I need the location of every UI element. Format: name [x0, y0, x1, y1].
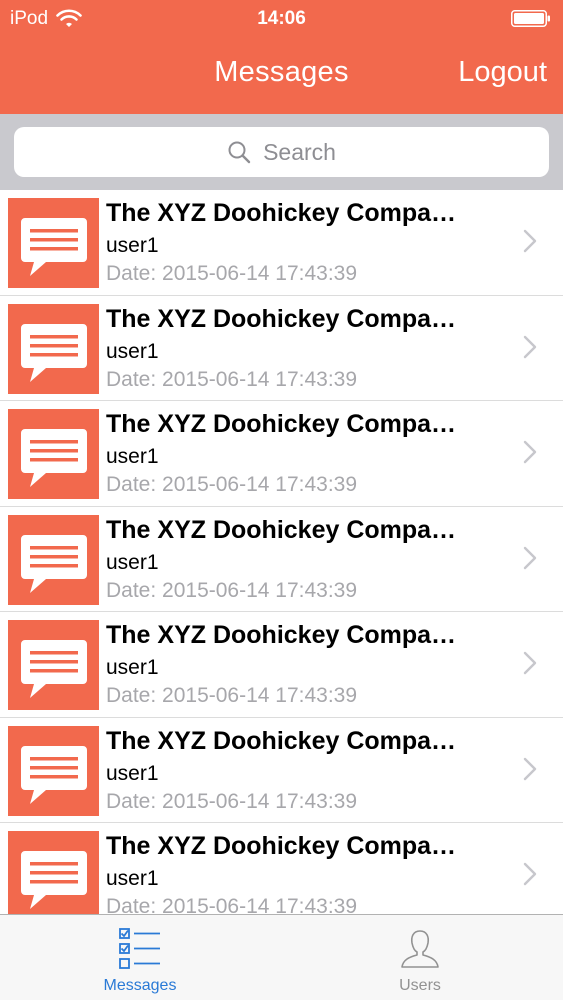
tab-messages-label: Messages	[103, 977, 177, 994]
message-user: user1	[106, 656, 159, 679]
tab-users-label: Users	[399, 977, 441, 994]
message-user: user1	[106, 234, 159, 257]
message-title: The XYZ Doohickey Compa…	[106, 621, 457, 649]
message-title: The XYZ Doohickey Compa…	[106, 304, 457, 333]
message-user: user1	[106, 339, 159, 363]
message-thumbnail	[8, 198, 99, 288]
chevron-right-icon	[523, 546, 537, 569]
speech-bubble-icon	[8, 303, 99, 394]
speech-bubble-icon	[8, 620, 99, 710]
message-date: Date: 2015-06-14 17:43:39	[106, 789, 358, 813]
status-time: 14:06	[257, 8, 306, 29]
search-placeholder: Search	[263, 138, 336, 165]
chevron-right-icon	[523, 229, 537, 253]
message-date: Date: 2015-06-14 17:43:39	[106, 473, 358, 496]
chevron-right-icon	[523, 862, 537, 886]
message-user: user1	[106, 761, 159, 785]
message-user: user1	[106, 550, 159, 574]
speech-bubble-icon	[8, 198, 99, 288]
tab-messages[interactable]: Messages	[70, 915, 210, 1000]
search-icon	[228, 141, 251, 164]
chevron-right-icon	[523, 651, 537, 675]
message-row[interactable]: The XYZ Doohickey Compa… user1 Date: 201…	[0, 612, 563, 718]
logout-button[interactable]: Logout	[458, 56, 547, 89]
message-thumbnail	[8, 831, 99, 914]
search-bar: Search	[0, 114, 563, 190]
message-title: The XYZ Doohickey Compa…	[106, 199, 457, 227]
message-row[interactable]: The XYZ Doohickey Compa… user1 Date: 201…	[0, 823, 563, 914]
message-row[interactable]: The XYZ Doohickey Compa… user1 Date: 201…	[0, 401, 563, 507]
message-title: The XYZ Doohickey Compa…	[106, 832, 457, 860]
message-title: The XYZ Doohickey Compa…	[106, 726, 457, 755]
message-title: The XYZ Doohickey Compa…	[106, 410, 457, 438]
message-date: Date: 2015-06-14 17:43:39	[106, 367, 358, 391]
message-thumbnail	[8, 725, 99, 816]
message-date: Date: 2015-06-14 17:43:39	[106, 895, 358, 914]
speech-bubble-icon	[8, 409, 99, 499]
status-bar: iPod 14:06	[0, 0, 563, 38]
message-user: user1	[106, 445, 159, 468]
chevron-right-icon	[523, 440, 537, 464]
message-thumbnail	[8, 303, 99, 394]
chevron-right-icon	[523, 757, 537, 780]
message-thumbnail	[8, 620, 99, 710]
message-date: Date: 2015-06-14 17:43:39	[106, 684, 358, 707]
message-thumbnail	[8, 514, 99, 605]
message-list: The XYZ Doohickey Compa… user1 Date: 201…	[0, 190, 563, 914]
message-thumbnail	[8, 409, 99, 499]
message-date: Date: 2015-06-14 17:43:39	[106, 578, 358, 602]
message-user: user1	[106, 867, 159, 890]
message-row[interactable]: The XYZ Doohickey Compa… user1 Date: 201…	[0, 190, 563, 296]
checklist-icon	[119, 928, 160, 969]
navigation-header: iPod 14:06 Messages Logout	[0, 0, 563, 114]
tab-users[interactable]: Users	[350, 915, 490, 1000]
speech-bubble-icon	[8, 514, 99, 605]
person-icon	[401, 930, 439, 968]
message-date: Date: 2015-06-14 17:43:39	[106, 262, 358, 285]
message-row[interactable]: The XYZ Doohickey Compa… user1 Date: 201…	[0, 507, 563, 612]
speech-bubble-icon	[8, 831, 99, 914]
battery-icon	[511, 10, 550, 27]
chevron-right-icon	[523, 335, 537, 358]
message-row[interactable]: The XYZ Doohickey Compa… user1 Date: 201…	[0, 718, 563, 823]
speech-bubble-icon	[8, 725, 99, 816]
tab-bar: Messages Users	[0, 914, 563, 1000]
message-title: The XYZ Doohickey Compa…	[106, 515, 457, 544]
message-row[interactable]: The XYZ Doohickey Compa… user1 Date: 201…	[0, 296, 563, 401]
search-input[interactable]: Search	[14, 127, 549, 177]
